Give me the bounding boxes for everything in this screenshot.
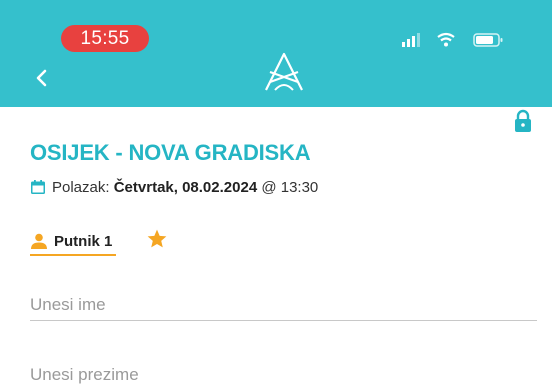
star-icon[interactable] [146, 228, 168, 250]
app-header: 15:55 [0, 0, 552, 107]
departure-date: Četvrtak, 08.02.2024 [113, 178, 258, 196]
departure-info: Polazak: Četvrtak, 08.02.2024 @ 13:30 [30, 177, 318, 197]
status-icons [402, 32, 503, 47]
signal-icon [402, 33, 420, 47]
departure-label: Polazak: [52, 178, 110, 196]
route-title: OSIJEK - NOVA GRADISKA [30, 140, 311, 165]
calendar-icon [31, 180, 45, 194]
back-button[interactable] [30, 66, 54, 90]
first-name-input[interactable] [30, 290, 537, 321]
departure-time: 13:30 [280, 178, 319, 196]
status-time: 15:55 [61, 25, 149, 52]
battery-icon [473, 33, 503, 47]
wifi-icon [437, 32, 455, 47]
app-logo-icon [265, 52, 303, 91]
chevron-left-icon [36, 69, 47, 87]
passenger-tab-label: Putnik 1 [54, 232, 113, 250]
last-name-input[interactable] [30, 360, 537, 390]
lock-icon[interactable] [513, 109, 533, 133]
at-symbol: @ [261, 178, 277, 196]
tab-passenger-1[interactable]: Putnik 1 [30, 228, 117, 256]
person-icon [31, 233, 47, 249]
